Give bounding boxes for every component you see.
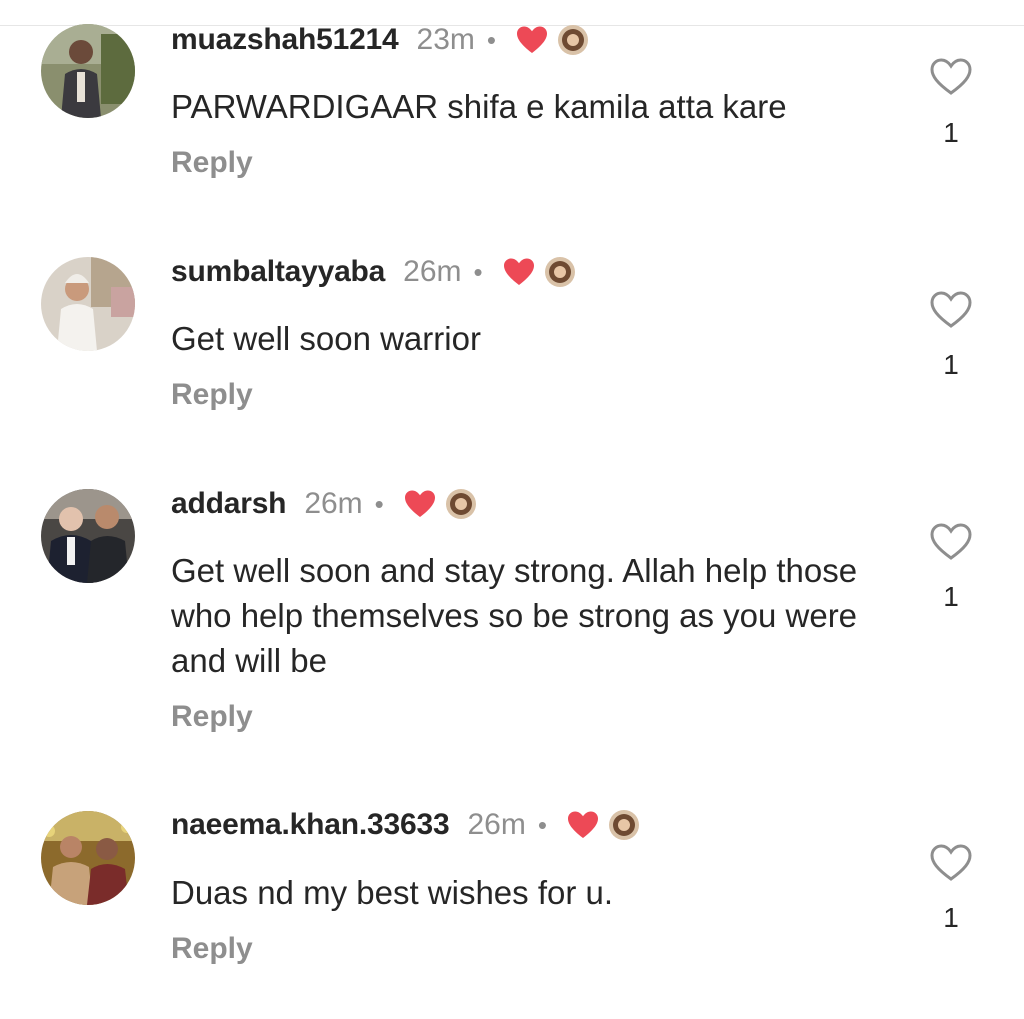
comment-text: Get well soon and stay strong. Allah hel…: [171, 552, 858, 679]
reply-button[interactable]: Reply: [171, 378, 253, 412]
creator-avatar: [445, 489, 476, 519]
username[interactable]: addarsh: [171, 487, 287, 521]
creator-avatar: [544, 257, 575, 287]
comment-text: Get well soon warrior: [171, 320, 481, 357]
heart-outline-icon[interactable]: [929, 843, 973, 883]
like-count: 1: [943, 581, 959, 612]
heart-filled-icon: [516, 25, 548, 55]
username[interactable]: sumbaltayyaba: [171, 255, 385, 289]
comment-text: PARWARDIGAAR shifa e kamila atta kare: [171, 88, 787, 125]
avatar[interactable]: [41, 489, 135, 583]
timestamp: 23m: [416, 23, 475, 56]
separator-dot: •: [486, 25, 496, 55]
reply-button[interactable]: Reply: [171, 700, 253, 734]
reply-button[interactable]: Reply: [171, 932, 253, 966]
separator-dot: •: [473, 257, 483, 287]
heart-filled-icon: [503, 257, 535, 287]
like-count: 1: [943, 349, 959, 380]
username[interactable]: muazshah51214: [171, 23, 399, 57]
heart-filled-icon: [404, 489, 436, 519]
avatar[interactable]: [41, 811, 135, 905]
timestamp: 26m: [304, 487, 363, 520]
avatar[interactable]: [41, 24, 135, 118]
username[interactable]: naeema.khan.33633: [171, 808, 450, 842]
heart-outline-icon[interactable]: [929, 290, 973, 330]
avatar[interactable]: [41, 257, 135, 351]
heart-outline-icon[interactable]: [929, 57, 973, 97]
like-count: 1: [943, 117, 959, 148]
reply-button[interactable]: Reply: [171, 146, 253, 180]
comment-text: Duas nd my best wishes for u.: [171, 874, 614, 911]
creator-avatar: [608, 810, 639, 840]
timestamp: 26m: [467, 808, 526, 841]
heart-outline-icon[interactable]: [929, 522, 973, 562]
separator-dot: •: [374, 489, 384, 519]
like-count: 1: [943, 902, 959, 933]
heart-filled-icon: [567, 810, 599, 840]
separator-dot: •: [537, 810, 547, 840]
timestamp: 26m: [403, 255, 462, 288]
creator-avatar: [558, 25, 588, 55]
